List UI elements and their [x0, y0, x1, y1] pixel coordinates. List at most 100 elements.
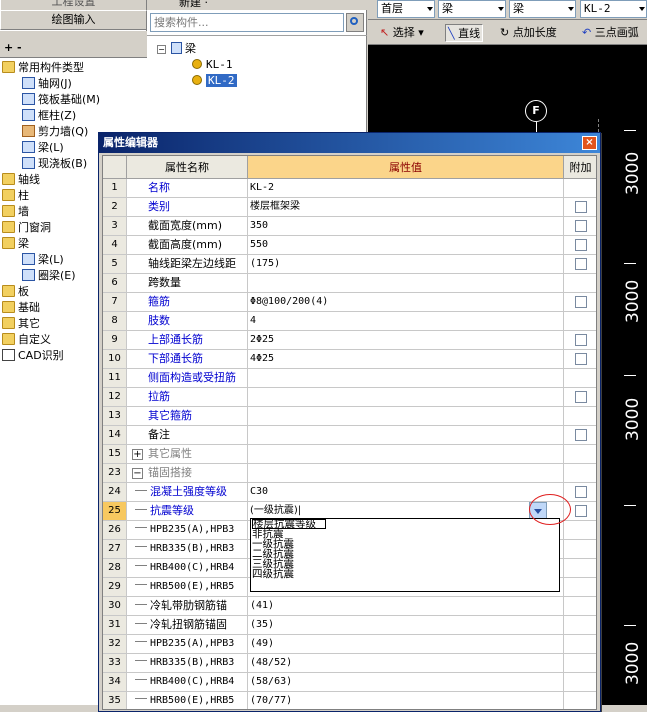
- additional-checkbox[interactable]: [575, 220, 587, 232]
- table-row[interactable]: 31 冷轧扭钢筋锚固 (35): [103, 616, 596, 635]
- ring-beam-icon: [22, 269, 35, 281]
- axis-line: [536, 122, 537, 132]
- tree-node-wall[interactable]: 墙: [2, 204, 29, 220]
- select-tool-button[interactable]: ↖ 选择 ▾: [380, 24, 424, 42]
- tree-node-beam[interactable]: 梁(L): [22, 140, 64, 156]
- table-row[interactable]: 13 其它箍筋: [103, 407, 596, 426]
- additional-checkbox[interactable]: [575, 353, 587, 365]
- expand-icon[interactable]: +: [132, 449, 143, 460]
- three-point-arc-button[interactable]: ↶ 三点画弧: [582, 24, 639, 42]
- additional-checkbox[interactable]: [575, 296, 587, 308]
- tree-node-custom[interactable]: 自定义: [2, 332, 51, 348]
- beam-icon: [22, 253, 35, 265]
- beam-root-node[interactable]: 梁: [171, 41, 196, 56]
- folder-icon: [2, 285, 15, 297]
- table-row[interactable]: 34 HRB400(C),HRB4 (58/63): [103, 673, 596, 692]
- beam-icon: [22, 141, 35, 153]
- additional-checkbox[interactable]: [575, 486, 587, 498]
- dropdown-option-grade-1[interactable]: 一级抗震: [252, 539, 559, 550]
- table-row[interactable]: 35 HRB500(E),HRB5 (70/77): [103, 692, 596, 709]
- tree-node-openings[interactable]: 门窗洞: [2, 220, 51, 236]
- arc-icon: ↶: [582, 26, 592, 39]
- folder-icon: [2, 221, 15, 233]
- additional-checkbox[interactable]: [575, 505, 587, 517]
- dimension-label: 3000: [623, 151, 643, 195]
- additional-checkbox[interactable]: [575, 258, 587, 270]
- table-row[interactable]: 4 截面高度(mm) 550: [103, 236, 596, 255]
- table-row[interactable]: 11 侧面构造或受扭筋: [103, 369, 596, 388]
- layer-selector-bar: 首层 梁 梁 KL-2: [368, 0, 647, 20]
- table-row[interactable]: 10 下部通长筋 4Φ25: [103, 350, 596, 369]
- table-row[interactable]: 3 截面宽度(mm) 350: [103, 217, 596, 236]
- component-select[interactable]: KL-2: [580, 0, 647, 18]
- dropdown-option-grade-3[interactable]: 三级抗震: [252, 559, 559, 570]
- folder-open-icon: [2, 237, 15, 249]
- additional-checkbox[interactable]: [575, 391, 587, 403]
- component-item-kl1[interactable]: KL-1: [192, 57, 233, 72]
- table-row[interactable]: 9 上部通长筋 2Φ25: [103, 331, 596, 350]
- raft-foundation-icon: [22, 93, 35, 105]
- seismic-grade-dropdown-list: 楼层抗震等级 非抗震 一级抗震 二级抗震 三级抗震 四级抗震: [250, 518, 560, 592]
- tree-node-shear-wall[interactable]: 剪力墙(Q): [22, 124, 88, 140]
- line-tool-button[interactable]: ╲ 直线: [445, 24, 484, 42]
- drawing-input-button[interactable]: 绘图输入: [0, 10, 147, 30]
- table-row[interactable]: 12 拉筋: [103, 388, 596, 407]
- dialog-title: 属性编辑器: [103, 136, 158, 149]
- dimension-label: 3000: [623, 397, 643, 441]
- tree-node-common-types[interactable]: 常用构件类型: [2, 60, 84, 76]
- close-icon[interactable]: ×: [582, 136, 597, 150]
- tree-node-beam-group[interactable]: 梁: [2, 236, 29, 252]
- table-row[interactable]: 2 类别 楼层框架梁: [103, 198, 596, 217]
- table-row[interactable]: 6 跨数量: [103, 274, 596, 293]
- dimension-tick: [624, 625, 636, 626]
- folder-icon: [2, 333, 15, 345]
- tree-node-cast-slab[interactable]: 现浇板(B): [22, 156, 87, 172]
- tree-node-raft-foundation[interactable]: 筏板基础(M): [22, 92, 100, 108]
- table-row[interactable]: 8 肢数 4: [103, 312, 596, 331]
- search-icon[interactable]: [346, 13, 364, 32]
- tree-node-column[interactable]: 柱: [2, 188, 29, 204]
- tree-node-frame-column[interactable]: 框柱(Z): [22, 108, 76, 124]
- table-row[interactable]: 14 备注: [103, 426, 596, 445]
- table-row[interactable]: 32 HPB235(A),HPB3 (49): [103, 635, 596, 654]
- tree-node-ring-beam[interactable]: 圈梁(E): [22, 268, 76, 284]
- new-component-button[interactable]: 新建 ·: [179, 0, 208, 10]
- subtype-select[interactable]: 梁: [509, 0, 576, 18]
- table-row[interactable]: 15 其它属性 +: [103, 445, 596, 464]
- tree-node-foundation[interactable]: 基础: [2, 300, 40, 316]
- additional-checkbox[interactable]: [575, 201, 587, 213]
- table-row[interactable]: 30 冷轧带肋钢筋锚 (41): [103, 597, 596, 616]
- tree-node-cad-recognition[interactable]: CAD识别: [2, 348, 64, 364]
- table-row[interactable]: 33 HRB335(B),HRB3 (48/52): [103, 654, 596, 673]
- table-row[interactable]: 5 轴线距梁左边线距 (175): [103, 255, 596, 274]
- collapse-icon[interactable]: −: [132, 468, 143, 479]
- dimension-tick: [624, 263, 636, 264]
- additional-checkbox[interactable]: [575, 334, 587, 346]
- additional-checkbox[interactable]: [575, 239, 587, 251]
- tree-node-other[interactable]: 其它: [2, 316, 40, 332]
- dropdown-option-non-seismic[interactable]: 非抗震: [252, 529, 559, 540]
- dialog-title-bar[interactable]: 属性编辑器 ×: [99, 133, 600, 153]
- axis-label-bubble: F: [525, 100, 547, 122]
- header-row-number: [103, 156, 127, 179]
- table-row[interactable]: 7 箍筋 Φ8@100/200(4): [103, 293, 596, 312]
- slab-icon: [22, 157, 35, 169]
- point-length-tool-button[interactable]: ↻ 点加长度: [500, 24, 557, 42]
- table-row[interactable]: 23 锚固搭接 −: [103, 464, 596, 483]
- dropdown-option-grade-4[interactable]: 四级抗震: [252, 569, 559, 580]
- collapse-icon[interactable]: −: [157, 45, 166, 54]
- floor-select[interactable]: 首层: [377, 0, 435, 18]
- tree-node-axis[interactable]: 轴线: [2, 172, 40, 188]
- tree-node-slab[interactable]: 板: [2, 284, 29, 300]
- additional-checkbox[interactable]: [575, 429, 587, 441]
- type-select[interactable]: 梁: [438, 0, 506, 18]
- component-item-kl2[interactable]: KL-2: [192, 73, 237, 88]
- tree-node-axis-grid[interactable]: 轴网(J): [22, 76, 72, 92]
- expand-collapse-control[interactable]: + -: [4, 41, 22, 54]
- tree-node-beam-l[interactable]: 梁(L): [22, 252, 64, 268]
- dropdown-option-grade-2[interactable]: 二级抗震: [252, 549, 559, 560]
- table-row[interactable]: 24 混凝土强度等级 C30: [103, 483, 596, 502]
- search-input[interactable]: 搜索构件...: [150, 13, 344, 32]
- chevron-down-icon[interactable]: [529, 502, 547, 519]
- table-row[interactable]: 1 名称 KL-2: [103, 179, 596, 198]
